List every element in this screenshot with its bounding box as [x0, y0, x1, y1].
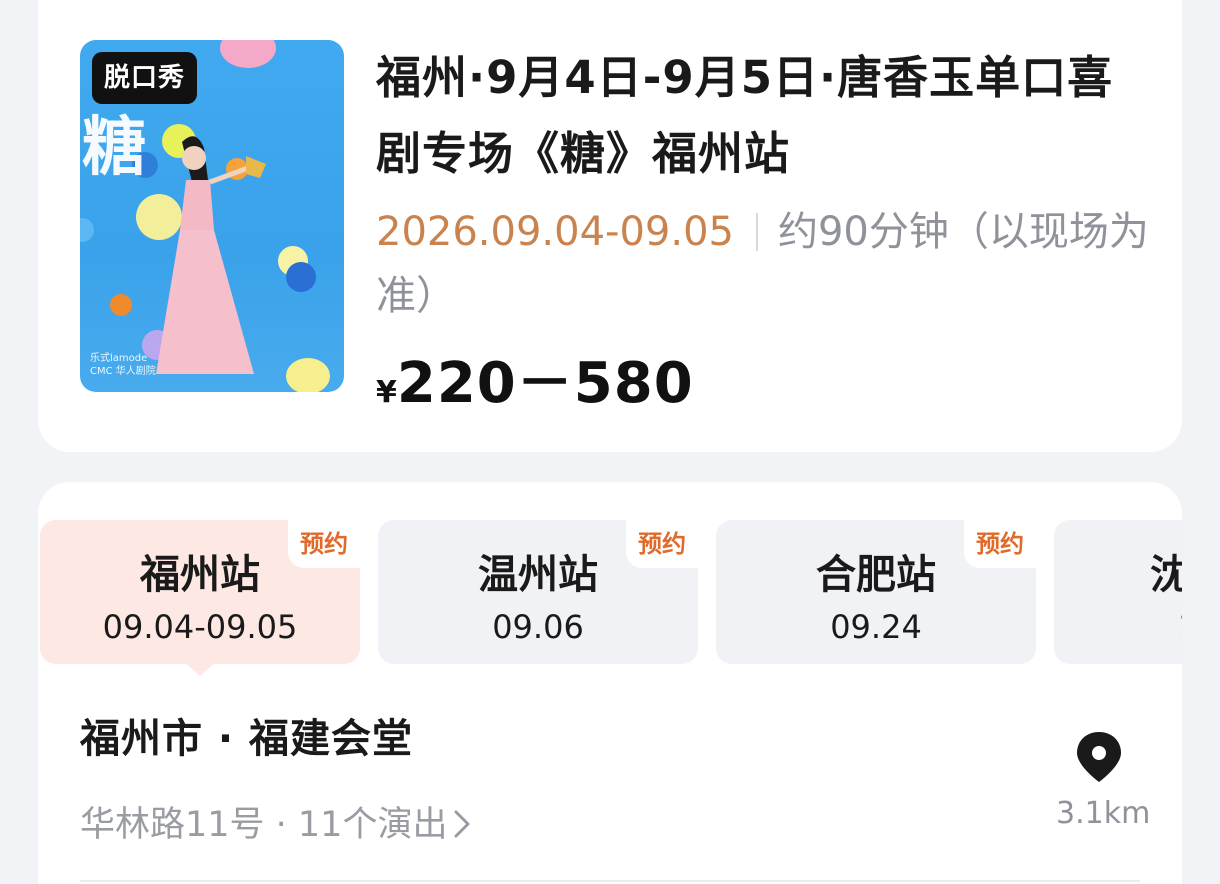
price-currency: ¥	[376, 375, 397, 410]
location-pin-icon[interactable]	[1074, 730, 1124, 784]
station-tab-shen[interactable]: 沈 1	[1054, 520, 1182, 664]
reserve-badge: 预约	[964, 520, 1036, 568]
station-name: 沈	[1150, 552, 1182, 598]
venue-address: 华林路11号 · 11个演出	[80, 805, 448, 845]
venue-distance: 3.1km	[1056, 796, 1151, 831]
event-title: 福州·9月4日-9月5日·唐香玉单口喜剧专场《糖》福州站	[376, 51, 1114, 180]
category-tag: 脱口秀	[92, 52, 198, 104]
meta-divider	[755, 213, 758, 251]
station-date: 1	[1054, 608, 1182, 646]
station-date: 09.04-09.05	[102, 608, 298, 646]
chevron-right-icon	[453, 804, 471, 845]
station-tab-fuzhou[interactable]: 福州站 09.04-09.05 预约	[40, 520, 360, 664]
venue-title[interactable]: 福州市 · 福建会堂	[80, 706, 413, 764]
event-date-range: 2026.09.04-09.05	[376, 209, 734, 255]
station-tab-wenzhou[interactable]: 温州站 09.06 预约	[378, 520, 698, 664]
reserve-badge: 预约	[288, 520, 360, 568]
reserve-badge: 预约	[626, 520, 698, 568]
event-meta: 2026.09.04-09.05 约90分钟（以现场为准）	[376, 200, 1156, 328]
price-range: ¥220－580	[376, 338, 694, 419]
station-date: 09.24	[830, 608, 922, 646]
active-tab-pointer	[184, 662, 216, 676]
poster-credits: 乐式lamode CMC 华人剧院	[90, 352, 156, 378]
price-value: 220－580	[396, 351, 694, 416]
event-poster[interactable]: 糖 乐式lamode CMC 华人剧院 脱口秀	[80, 40, 344, 392]
poster-title-glyph: 糖	[82, 110, 146, 185]
poster-credit-line: CMC 华人剧院	[90, 366, 156, 377]
station-date: 09.06	[492, 608, 584, 646]
divider	[80, 880, 1140, 882]
station-tab-hefei[interactable]: 合肥站 09.24 预约	[716, 520, 1036, 664]
poster-credit-line: 乐式lamode	[90, 353, 148, 364]
venue-address-link[interactable]: 华林路11号 · 11个演出	[80, 796, 471, 847]
